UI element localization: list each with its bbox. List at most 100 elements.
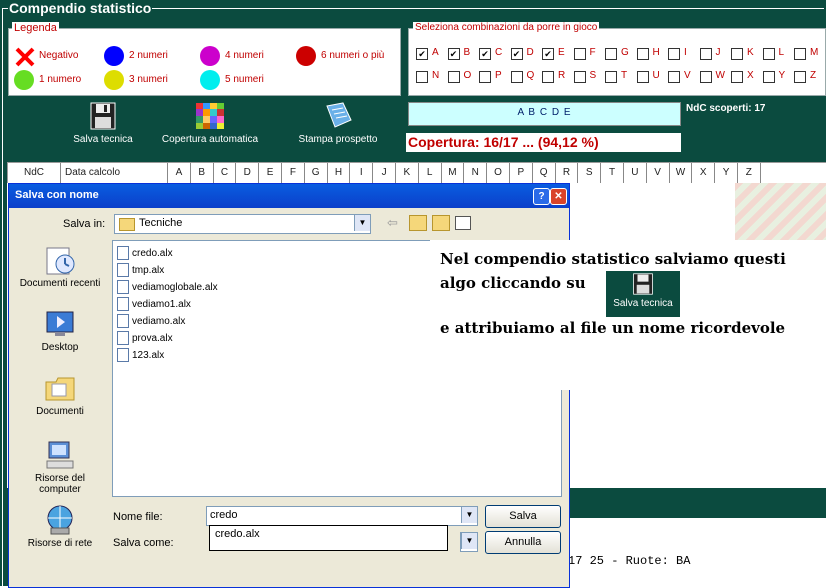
col-header-j[interactable]: J [373, 163, 396, 183]
col-header-e[interactable]: E [259, 163, 282, 183]
col-header-v[interactable]: V [647, 163, 670, 183]
place-computer[interactable]: Risorse del computer [17, 439, 103, 495]
col-header-y[interactable]: Y [715, 163, 738, 183]
place-documents[interactable]: Documenti [17, 372, 103, 417]
col-header-z[interactable]: Z [738, 163, 761, 183]
file-icon [117, 297, 129, 312]
col-header-t[interactable]: T [601, 163, 624, 183]
checkbox-r[interactable] [542, 71, 554, 83]
col-header-c[interactable]: C [214, 163, 237, 183]
recent-documents-icon [43, 244, 77, 276]
autocomplete-item[interactable]: credo.alx [215, 528, 260, 540]
checkbox-t[interactable] [605, 71, 617, 83]
checkbox-c[interactable]: ✔ [479, 48, 491, 60]
file-item[interactable]: credo.alx [117, 245, 218, 262]
checkbox-i[interactable] [668, 48, 680, 60]
checkbox-a[interactable]: ✔ [416, 48, 428, 60]
filetype-label: Salva come: [113, 537, 174, 549]
app-title: Compendio statistico [8, 0, 153, 16]
checkbox-g[interactable] [605, 48, 617, 60]
col-header-l[interactable]: L [419, 163, 442, 183]
col-header-f[interactable]: F [282, 163, 305, 183]
col-header-g[interactable]: G [305, 163, 328, 183]
save-in-combo[interactable]: Tecniche ▼ [114, 214, 371, 234]
save-button[interactable]: Salva [485, 505, 561, 528]
file-icon [117, 263, 129, 278]
autocomplete-dropdown[interactable]: credo.alx [209, 525, 448, 551]
col-header-b[interactable]: B [191, 163, 214, 183]
checkbox-m[interactable] [794, 48, 806, 60]
checkbox-e[interactable]: ✔ [542, 48, 554, 60]
checkbox-w[interactable] [699, 71, 712, 83]
caption-line-2: algo cliccando su [440, 274, 586, 292]
back-icon[interactable]: ⇦ [387, 215, 398, 231]
file-item[interactable]: vediamo.alx [117, 313, 218, 330]
filename-input[interactable]: credo ▼ [206, 506, 478, 526]
checkbox-label-p: P [495, 70, 502, 81]
copertura-automatica-button[interactable]: Copertura automatica [155, 102, 265, 152]
checkbox-n[interactable] [416, 71, 428, 83]
checkbox-label-u: U [652, 70, 660, 81]
checkbox-label-d: D [526, 47, 534, 58]
stampa-prospetto-button[interactable]: Stampa prospetto [288, 102, 388, 152]
col-header-w[interactable]: W [670, 163, 693, 183]
col-header-r[interactable]: R [556, 163, 579, 183]
col-header-k[interactable]: K [396, 163, 419, 183]
folder-icon [119, 218, 135, 231]
col-header-x[interactable]: X [692, 163, 716, 183]
checkbox-u[interactable] [636, 71, 649, 83]
place-recent[interactable]: Documenti recenti [17, 244, 103, 289]
checkbox-d[interactable]: ✔ [510, 48, 523, 60]
col-header-m[interactable]: M [442, 163, 465, 183]
checkbox-j[interactable] [699, 48, 712, 60]
cancel-button[interactable]: Annulla [485, 531, 561, 554]
file-item[interactable]: 123.alx [117, 347, 218, 364]
col-header-o[interactable]: O [487, 163, 510, 183]
place-desktop[interactable]: Desktop [17, 308, 103, 353]
col-header-s[interactable]: S [578, 163, 602, 183]
checkbox-q[interactable] [510, 71, 523, 83]
checkbox-s[interactable] [573, 71, 586, 83]
coverage-text: Copertura: 16/17 ... (94,12 %) [406, 133, 681, 152]
checkbox-l[interactable] [762, 48, 775, 60]
checkbox-label-t: T [621, 70, 628, 81]
legend-label: 2 numeri [129, 50, 168, 61]
file-item[interactable]: prova.alx [117, 330, 218, 347]
col-header-p[interactable]: P [510, 163, 533, 183]
checkbox-label-e: E [558, 47, 565, 58]
file-name: credo.alx [132, 248, 173, 259]
caption-salva-icon: Salva tecnica [606, 271, 680, 317]
col-header-u[interactable]: U [624, 163, 647, 183]
checkbox-k[interactable] [731, 48, 743, 60]
col-header-h[interactable]: H [328, 163, 351, 183]
salva-tecnica-button[interactable]: Salva tecnica [53, 102, 153, 152]
checkbox-b[interactable]: ✔ [447, 48, 460, 60]
col-header-a[interactable]: A [168, 163, 191, 183]
file-item[interactable]: vediamoglobale.alx [117, 279, 218, 296]
legend-dot [14, 70, 34, 90]
close-button[interactable]: ✕ [550, 188, 567, 205]
checkbox-label-a: A [432, 47, 439, 58]
filetype-combo[interactable]: ▼ [460, 532, 478, 552]
col-header-i[interactable]: I [350, 163, 374, 183]
file-item[interactable]: tmp.alx [117, 262, 218, 279]
col-header-n[interactable]: N [464, 163, 488, 183]
checkbox-y[interactable] [762, 71, 775, 83]
file-item[interactable]: vediamo1.alx [117, 296, 218, 313]
help-button[interactable]: ? [533, 188, 550, 205]
view-menu-icon[interactable] [455, 216, 471, 230]
col-header-q[interactable]: Q [533, 163, 556, 183]
checkbox-f[interactable] [573, 48, 586, 60]
checkbox-o[interactable] [447, 71, 460, 83]
file-name: tmp.alx [132, 265, 165, 276]
up-folder-icon[interactable] [409, 215, 427, 231]
col-header-d[interactable]: D [236, 163, 260, 183]
checkbox-p[interactable] [479, 71, 491, 83]
checkbox-z[interactable] [794, 71, 806, 83]
checkbox-v[interactable] [668, 71, 680, 83]
checkbox-x[interactable] [731, 71, 743, 83]
checkbox-h[interactable] [636, 48, 649, 60]
place-network[interactable]: Risorse di rete [17, 504, 103, 549]
new-folder-icon[interactable] [432, 215, 450, 231]
checkbox-label-w: W [715, 70, 725, 81]
